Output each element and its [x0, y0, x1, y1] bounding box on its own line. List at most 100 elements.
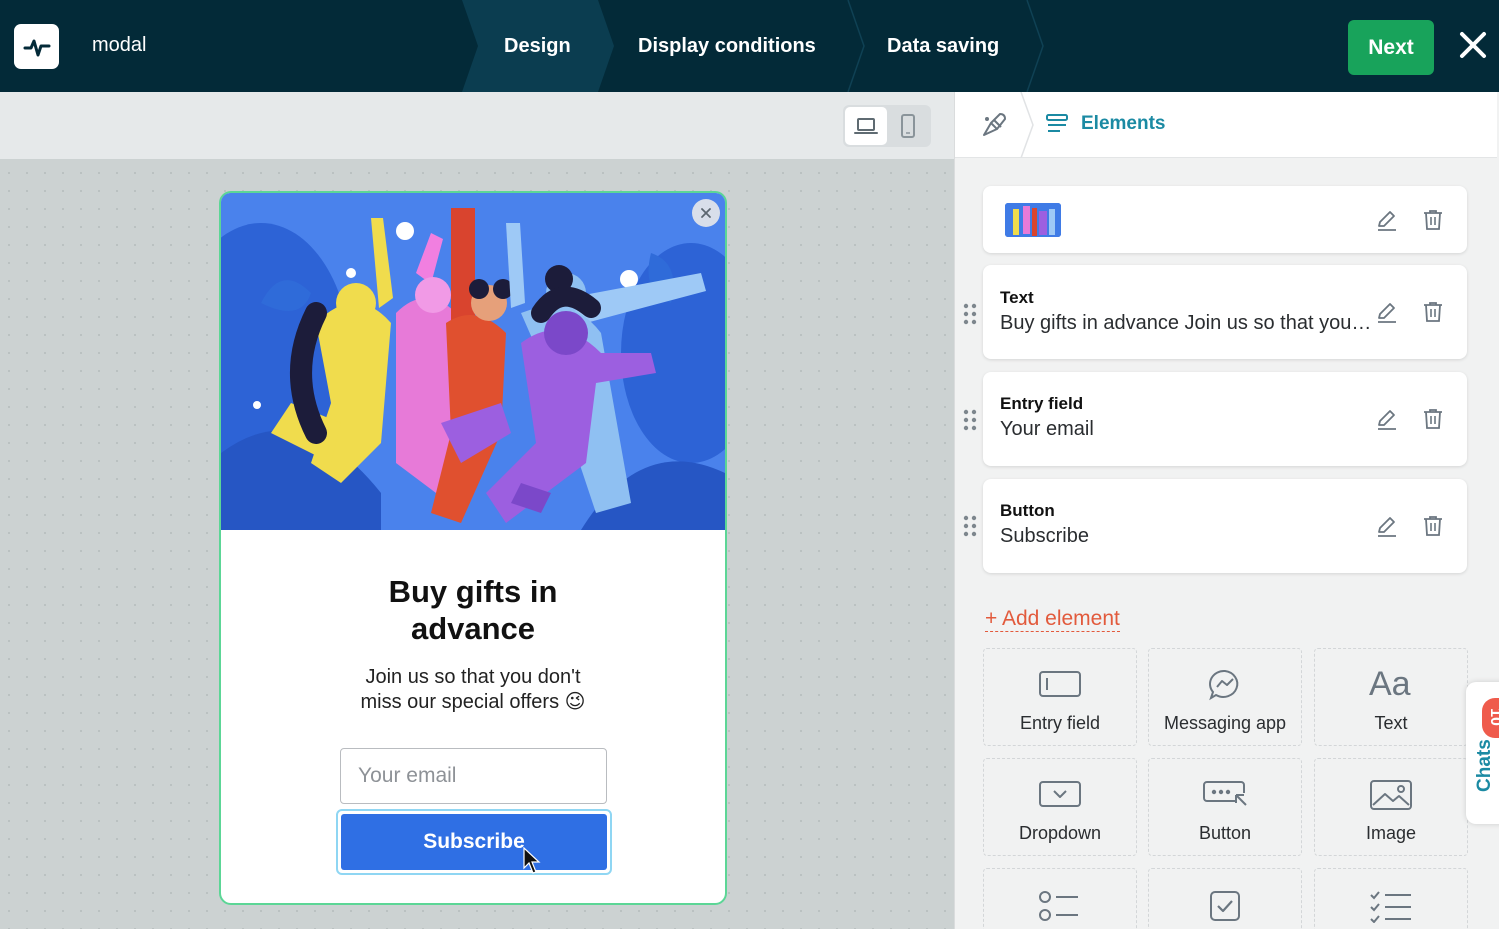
drag-handle-text[interactable] — [963, 302, 977, 326]
design-settings-button[interactable] — [979, 110, 1009, 140]
delete-element-button[interactable] — [1421, 208, 1445, 232]
close-editor-button[interactable] — [1456, 28, 1490, 62]
panel-breadcrumb: Elements — [955, 92, 1497, 158]
element-type-label: Button — [1000, 501, 1055, 520]
tile-image[interactable]: Image — [1314, 758, 1468, 856]
mobile-icon — [901, 114, 915, 138]
subscribe-button-selection: Subscribe — [336, 809, 612, 875]
element-value: Buy gifts in advance Join us so that you… — [1000, 312, 1372, 334]
step-design[interactable]: Design — [504, 0, 571, 92]
popup-close-button[interactable] — [692, 199, 720, 227]
top-bar: modal Design Display conditions Data sav… — [0, 0, 1499, 92]
desktop-view-button[interactable] — [845, 107, 887, 145]
checkbox-icon — [1210, 891, 1240, 921]
dancing-people-illustration — [221, 193, 725, 530]
chats-widget[interactable]: 10 Chats — [1466, 682, 1499, 824]
chats-count: 10 — [1486, 708, 1499, 726]
canvas-toolbar — [0, 92, 954, 159]
next-button[interactable]: Next — [1348, 20, 1434, 75]
breadcrumb-separator — [1020, 92, 1034, 158]
pencil-icon — [1378, 517, 1396, 537]
popup-name[interactable]: modal — [92, 34, 146, 57]
wizard-steps: Design Display conditions Data saving — [462, 0, 1062, 92]
element-value: Your email — [1000, 418, 1094, 440]
tile-button[interactable]: Button — [1148, 758, 1302, 856]
tile-checklist[interactable] — [1314, 868, 1468, 929]
popup-title-line-2: advance — [410, 611, 536, 646]
drag-handle-icon — [963, 303, 977, 325]
radio-list-icon — [1039, 891, 1078, 921]
popup-subtitle-line-1: Join us so that you don't — [365, 666, 581, 688]
edit-element-button[interactable] — [1375, 208, 1399, 232]
trash-icon — [1424, 409, 1442, 429]
email-field[interactable] — [340, 748, 607, 804]
entry-field-icon — [1039, 671, 1081, 697]
popup-title-line-1: Buy gifts in — [388, 574, 558, 609]
delete-element-button[interactable] — [1421, 514, 1445, 538]
element-value: Subscribe — [1000, 525, 1089, 547]
tile-label: Button — [1198, 823, 1252, 843]
element-type-label: Entry field — [1000, 394, 1084, 413]
edit-element-button[interactable] — [1375, 300, 1399, 324]
chats-label: Chats — [1474, 739, 1495, 792]
tile-dropdown[interactable]: Dropdown — [983, 758, 1137, 856]
subscribe-button[interactable]: Subscribe — [341, 814, 607, 870]
element-card-image[interactable] — [983, 186, 1467, 253]
device-toggle — [843, 105, 931, 147]
tile-checkbox[interactable] — [1148, 868, 1302, 929]
mobile-view-button[interactable] — [887, 107, 929, 145]
tile-label: Entry field — [1019, 713, 1101, 733]
laptop-icon — [854, 118, 878, 134]
element-card-text[interactable]: Text Buy gifts in advance Join us so tha… — [983, 265, 1467, 359]
popup-subtitle[interactable]: Join us so that you don't miss our speci… — [221, 665, 725, 715]
trash-icon — [1424, 210, 1442, 230]
tile-text[interactable]: Aa Text — [1314, 648, 1468, 746]
tile-entry-field[interactable]: Entry field — [983, 648, 1137, 746]
hero-illustration — [221, 193, 725, 530]
tile-label: Messaging app — [1163, 713, 1287, 733]
element-card-button[interactable]: Button Subscribe — [983, 479, 1467, 573]
elements-list-icon — [1046, 114, 1068, 132]
checklist-icon — [1370, 891, 1411, 923]
step-data-saving[interactable]: Data saving — [887, 0, 999, 92]
preview-canvas: Buy gifts in advance Join us so that you… — [0, 92, 954, 929]
pencil-icon — [1378, 211, 1396, 231]
trash-icon — [1424, 302, 1442, 322]
paint-palette-icon — [983, 113, 1006, 136]
elements-panel: Elements Text Buy gifts in advance Join … — [954, 92, 1499, 929]
close-icon — [701, 208, 711, 218]
pulse-logo-icon — [23, 39, 50, 56]
delete-element-button[interactable] — [1421, 407, 1445, 431]
popup-preview[interactable]: Buy gifts in advance Join us so that you… — [219, 191, 727, 905]
drag-handle-entry-field[interactable] — [963, 408, 977, 432]
tile-label: Dropdown — [1018, 823, 1102, 843]
text-icon: Aa — [1369, 665, 1411, 701]
add-element-link[interactable]: + Add element — [985, 606, 1120, 632]
tile-label: Image — [1365, 823, 1417, 843]
tile-radio-list[interactable] — [983, 868, 1137, 929]
tile-label: Text — [1374, 713, 1408, 733]
pencil-icon — [1378, 303, 1396, 323]
popup-subtitle-line-2: miss our special offers 😉 — [360, 691, 586, 713]
app-logo[interactable] — [14, 24, 59, 69]
mouse-pointer-icon — [523, 847, 541, 874]
element-card-entry-field[interactable]: Entry field Your email — [983, 372, 1467, 466]
popup-title[interactable]: Buy gifts in advance — [221, 573, 725, 647]
trash-icon — [1424, 516, 1442, 536]
image-thumbnail — [1005, 203, 1061, 237]
drag-handle-button[interactable] — [963, 514, 977, 538]
pencil-icon — [1378, 410, 1396, 430]
element-type-label: Text — [1000, 288, 1034, 307]
svg-text:Aa: Aa — [1369, 665, 1411, 701]
dropdown-icon — [1039, 781, 1081, 807]
edit-element-button[interactable] — [1375, 407, 1399, 431]
close-icon — [1460, 32, 1486, 58]
tile-messaging-app[interactable]: Messaging app — [1148, 648, 1302, 746]
delete-element-button[interactable] — [1421, 300, 1445, 324]
button-icon — [1203, 781, 1247, 806]
edit-element-button[interactable] — [1375, 514, 1399, 538]
image-icon — [1370, 780, 1412, 810]
breadcrumb-elements[interactable]: Elements — [1081, 113, 1165, 135]
step-display-conditions[interactable]: Display conditions — [638, 0, 816, 92]
drag-handle-icon — [963, 515, 977, 537]
